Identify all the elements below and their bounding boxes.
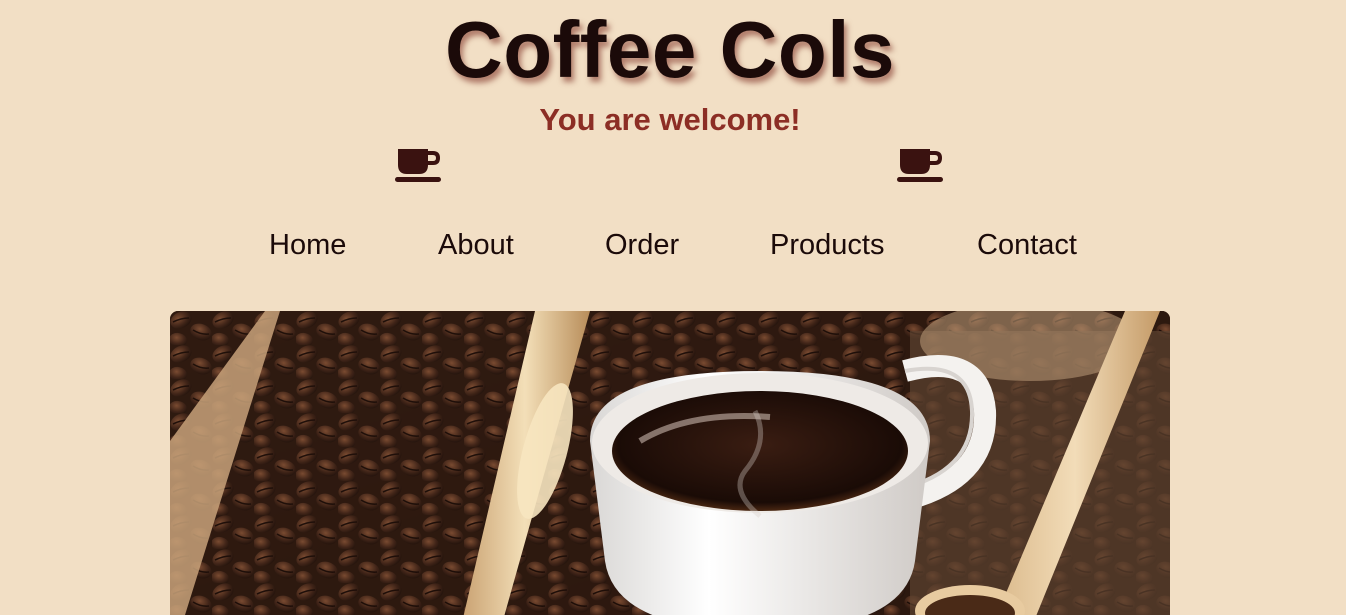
coffee-photo [170, 311, 1170, 615]
coffee-cup-icon [897, 149, 943, 182]
welcome-subtitle: You are welcome! [539, 102, 801, 137]
site-title: Coffee Cols [445, 5, 895, 94]
nav-link-about[interactable]: About [438, 224, 514, 266]
coffee-cup-icon [395, 149, 441, 182]
nav-link-contact[interactable]: Contact [977, 224, 1077, 266]
nav-link-order[interactable]: Order [605, 224, 679, 266]
main-nav: Home About Order Products Contact [0, 224, 1346, 268]
page: Coffee Cols You are welcome! Home About … [0, 0, 1346, 615]
nav-link-products[interactable]: Products [770, 224, 884, 266]
hero-image [170, 311, 1170, 615]
nav-link-home[interactable]: Home [269, 224, 346, 266]
